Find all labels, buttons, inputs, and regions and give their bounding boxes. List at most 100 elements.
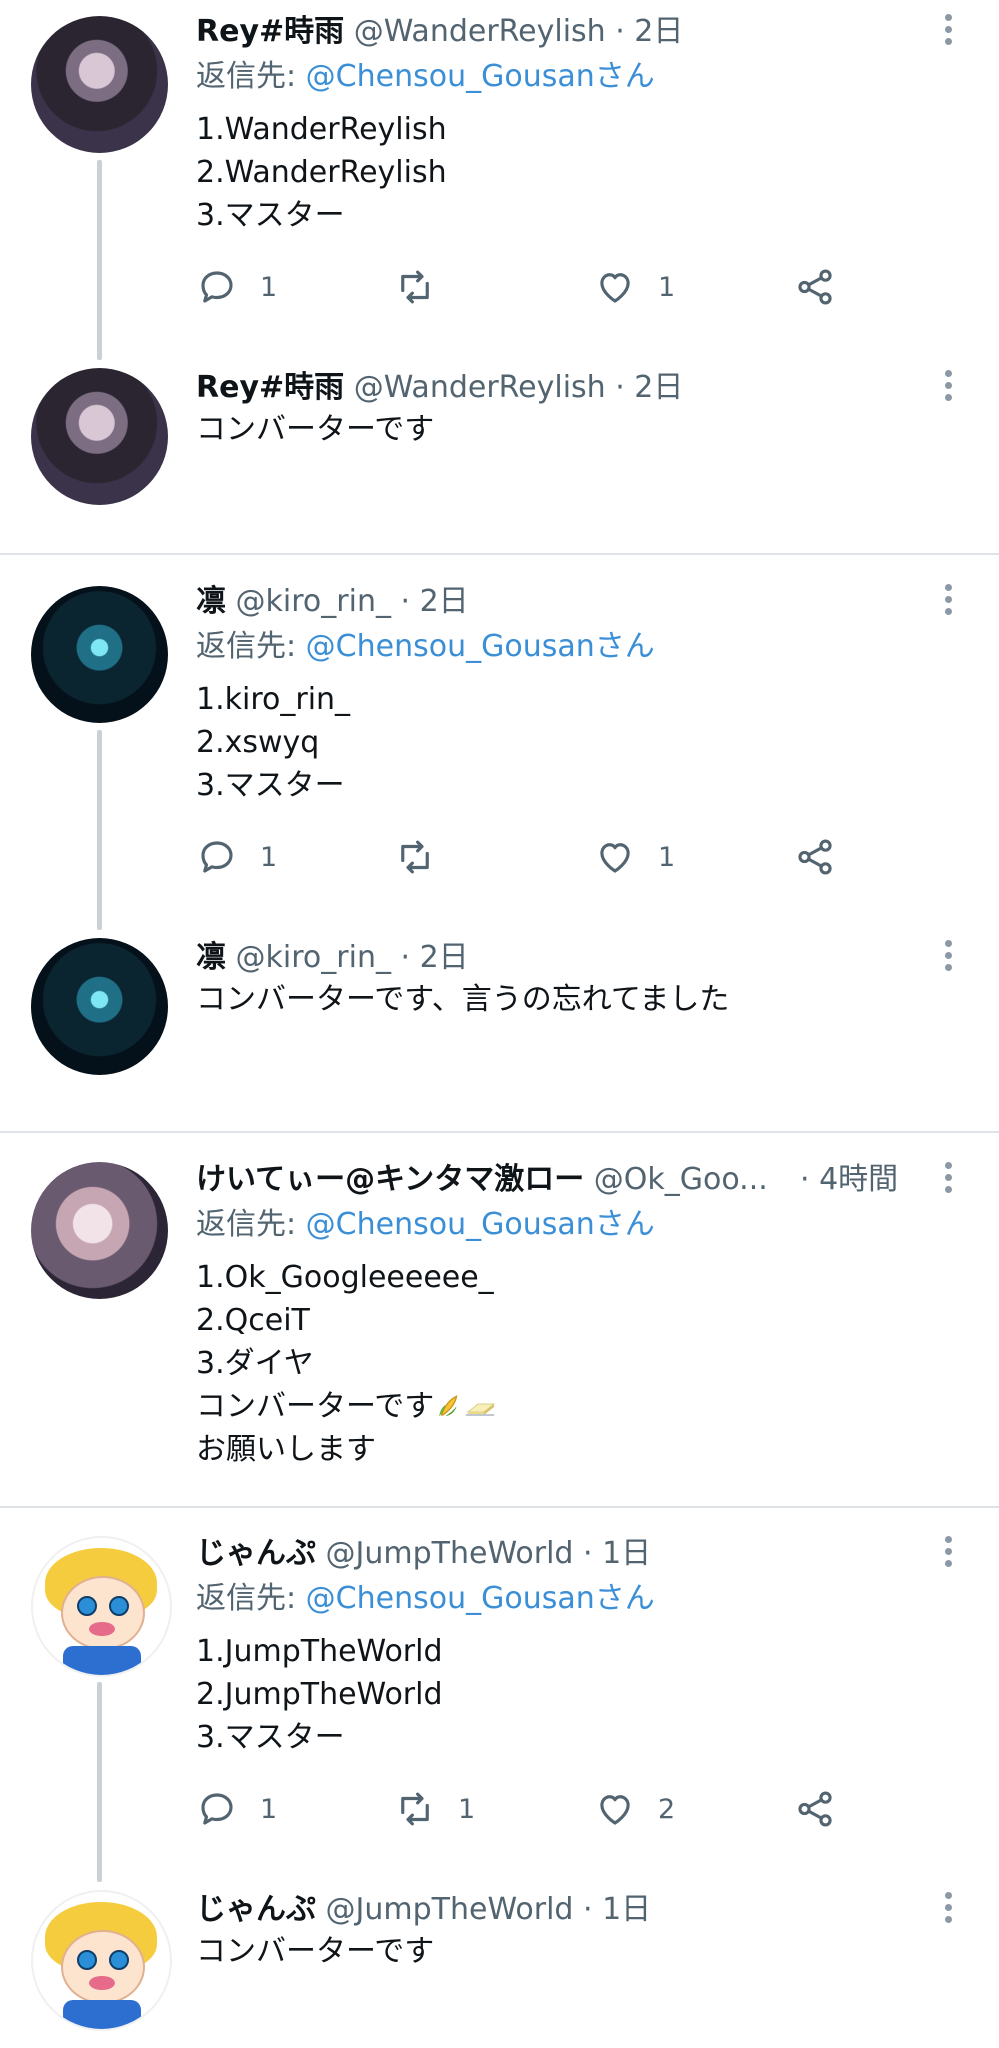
share-button[interactable] xyxy=(794,832,836,882)
user-handle[interactable]: @WanderReylish xyxy=(354,370,606,405)
tweet-line: コンバーターです xyxy=(196,1389,435,1424)
avatar[interactable] xyxy=(31,586,168,723)
avatar[interactable] xyxy=(31,368,168,505)
more-options-icon[interactable] xyxy=(933,1884,963,1928)
share-icon xyxy=(798,839,832,875)
retweet-icon xyxy=(401,840,429,874)
tweet-header: Rey#時雨 @WanderReylish · 2日 xyxy=(196,10,896,54)
thread-line xyxy=(97,730,102,930)
reply-count: 1 xyxy=(260,271,278,303)
avatar[interactable] xyxy=(31,16,168,153)
avatar[interactable] xyxy=(31,1536,172,1677)
tweet-header: じゃんぷ @JumpTheWorld · 1日 xyxy=(196,1532,896,1576)
user-handle[interactable]: @JumpTheWorld xyxy=(326,1536,574,1571)
tweet-line: 3.ダイヤ xyxy=(196,1346,314,1381)
like-count: 1 xyxy=(658,841,676,873)
separator xyxy=(0,1131,999,1133)
reply-mention-link[interactable]: @Chensou_Gousanさん xyxy=(306,1581,655,1616)
tweet-line-with-emoji: コンバーターです xyxy=(196,1385,498,1428)
corn-emoji-icon xyxy=(439,1395,458,1417)
timestamp[interactable]: · 1日 xyxy=(583,1892,651,1927)
tweet-feed: Rey#時雨 @WanderReylish · 2日 返信先: @Chensou… xyxy=(0,0,999,2048)
timestamp[interactable]: · 2日 xyxy=(615,14,683,49)
reply-count: 1 xyxy=(260,1793,278,1825)
display-name[interactable]: 凛 xyxy=(196,584,226,619)
more-options-icon[interactable] xyxy=(933,1154,963,1198)
reply-button[interactable]: 1 xyxy=(196,262,277,312)
timestamp[interactable]: · 2日 xyxy=(615,370,683,405)
tweet-header: Rey#時雨 @WanderReylish · 2日 xyxy=(196,366,896,410)
more-options-icon[interactable] xyxy=(933,576,963,620)
tweet-text: コンバーターです xyxy=(196,1930,434,1973)
timestamp[interactable]: · 1日 xyxy=(583,1536,651,1571)
thread-line xyxy=(97,1682,102,1882)
avatar-face xyxy=(61,1930,145,2004)
retweet-icon xyxy=(401,1792,429,1826)
retweet-button[interactable] xyxy=(394,262,458,312)
user-handle[interactable]: @kiro_rin_ xyxy=(236,940,391,975)
user-handle[interactable]: @kiro_rin_ xyxy=(236,584,391,619)
share-button[interactable] xyxy=(794,262,836,312)
tweet-header-time: · 4時間 xyxy=(800,1158,910,1202)
retweet-icon xyxy=(401,270,429,304)
avatar[interactable] xyxy=(31,1162,168,1299)
avatar[interactable] xyxy=(31,938,168,1075)
user-handle[interactable]: @Ok_Goo... xyxy=(594,1162,768,1197)
tweet-text: コンバーターです、言うの忘れてました xyxy=(196,978,729,1021)
display-name[interactable]: じゃんぷ xyxy=(196,1536,316,1571)
reply-to: 返信先: @Chensou_Gousanさん xyxy=(196,625,655,669)
reply-to: 返信先: @Chensou_Gousanさん xyxy=(196,1203,655,1247)
avatar-mouth xyxy=(89,1976,115,1990)
like-count: 1 xyxy=(658,271,676,303)
share-button[interactable] xyxy=(794,1784,836,1834)
tweet-line: 3.マスター xyxy=(196,1720,345,1755)
timestamp[interactable]: · 2日 xyxy=(401,584,469,619)
retweet-button[interactable] xyxy=(394,832,458,882)
tweet-header: 凛 @kiro_rin_ · 2日 xyxy=(196,936,896,980)
retweet-button[interactable]: 1 xyxy=(394,1784,475,1834)
timestamp[interactable]: · 4時間 xyxy=(800,1162,898,1197)
display-name[interactable]: けいてぃー@キンタマ激ロー xyxy=(196,1162,584,1197)
display-name[interactable]: じゃんぷ xyxy=(196,1892,316,1927)
tweet-line: 2.JumpTheWorld xyxy=(196,1677,443,1712)
avatar-collar xyxy=(63,2000,141,2029)
more-options-icon[interactable] xyxy=(933,362,963,406)
display-name[interactable]: 凛 xyxy=(196,940,226,975)
more-options-icon[interactable] xyxy=(933,932,963,976)
tweet-line: 3.マスター xyxy=(196,768,345,803)
reply-icon xyxy=(201,271,233,303)
user-handle[interactable]: @WanderReylish xyxy=(354,14,606,49)
more-options-icon[interactable] xyxy=(933,1528,963,1572)
display-name[interactable]: Rey#時雨 xyxy=(196,370,344,405)
like-button[interactable]: 1 xyxy=(594,262,675,312)
tweet-header: じゃんぷ @JumpTheWorld · 1日 xyxy=(196,1888,896,1932)
avatar[interactable] xyxy=(31,1890,172,2031)
tweet-line: コンバーターです xyxy=(196,412,435,447)
reply-button[interactable]: 1 xyxy=(196,832,277,882)
tweet-line: 2.WanderReylish xyxy=(196,155,447,190)
reply-button[interactable]: 1 xyxy=(196,1784,277,1834)
reply-mention-link[interactable]: @Chensou_Gousanさん xyxy=(306,1207,655,1242)
like-button[interactable]: 2 xyxy=(594,1784,675,1834)
reply-to-label: 返信先: xyxy=(196,1581,306,1616)
tweet-line: 2.QceiT xyxy=(196,1303,310,1338)
reply-to: 返信先: @Chensou_Gousanさん xyxy=(196,1577,655,1621)
timestamp[interactable]: · 2日 xyxy=(401,940,469,975)
tweet-actions: 1 1 2 xyxy=(196,1784,856,1834)
avatar-eye xyxy=(77,1950,97,1970)
heart-icon xyxy=(600,1795,630,1825)
reply-mention-link[interactable]: @Chensou_Gousanさん xyxy=(306,629,655,664)
tweet-line: 2.xswyq xyxy=(196,725,320,760)
like-button[interactable]: 1 xyxy=(594,832,675,882)
tweet-text: 1.JumpTheWorld 2.JumpTheWorld 3.マスター xyxy=(196,1630,443,1759)
more-options-icon[interactable] xyxy=(933,6,963,50)
like-count: 2 xyxy=(658,1793,676,1825)
share-icon xyxy=(798,1791,832,1827)
user-handle[interactable]: @JumpTheWorld xyxy=(326,1892,574,1927)
tweet-text: 1.WanderReylish 2.WanderReylish 3.マスター xyxy=(196,108,447,237)
avatar-eye xyxy=(109,1596,129,1616)
reply-mention-link[interactable]: @Chensou_Gousanさん xyxy=(306,59,655,94)
display-name[interactable]: Rey#時雨 xyxy=(196,14,344,49)
tweet-line: コンバーターです xyxy=(196,1934,435,1969)
avatar-eye xyxy=(77,1596,97,1616)
